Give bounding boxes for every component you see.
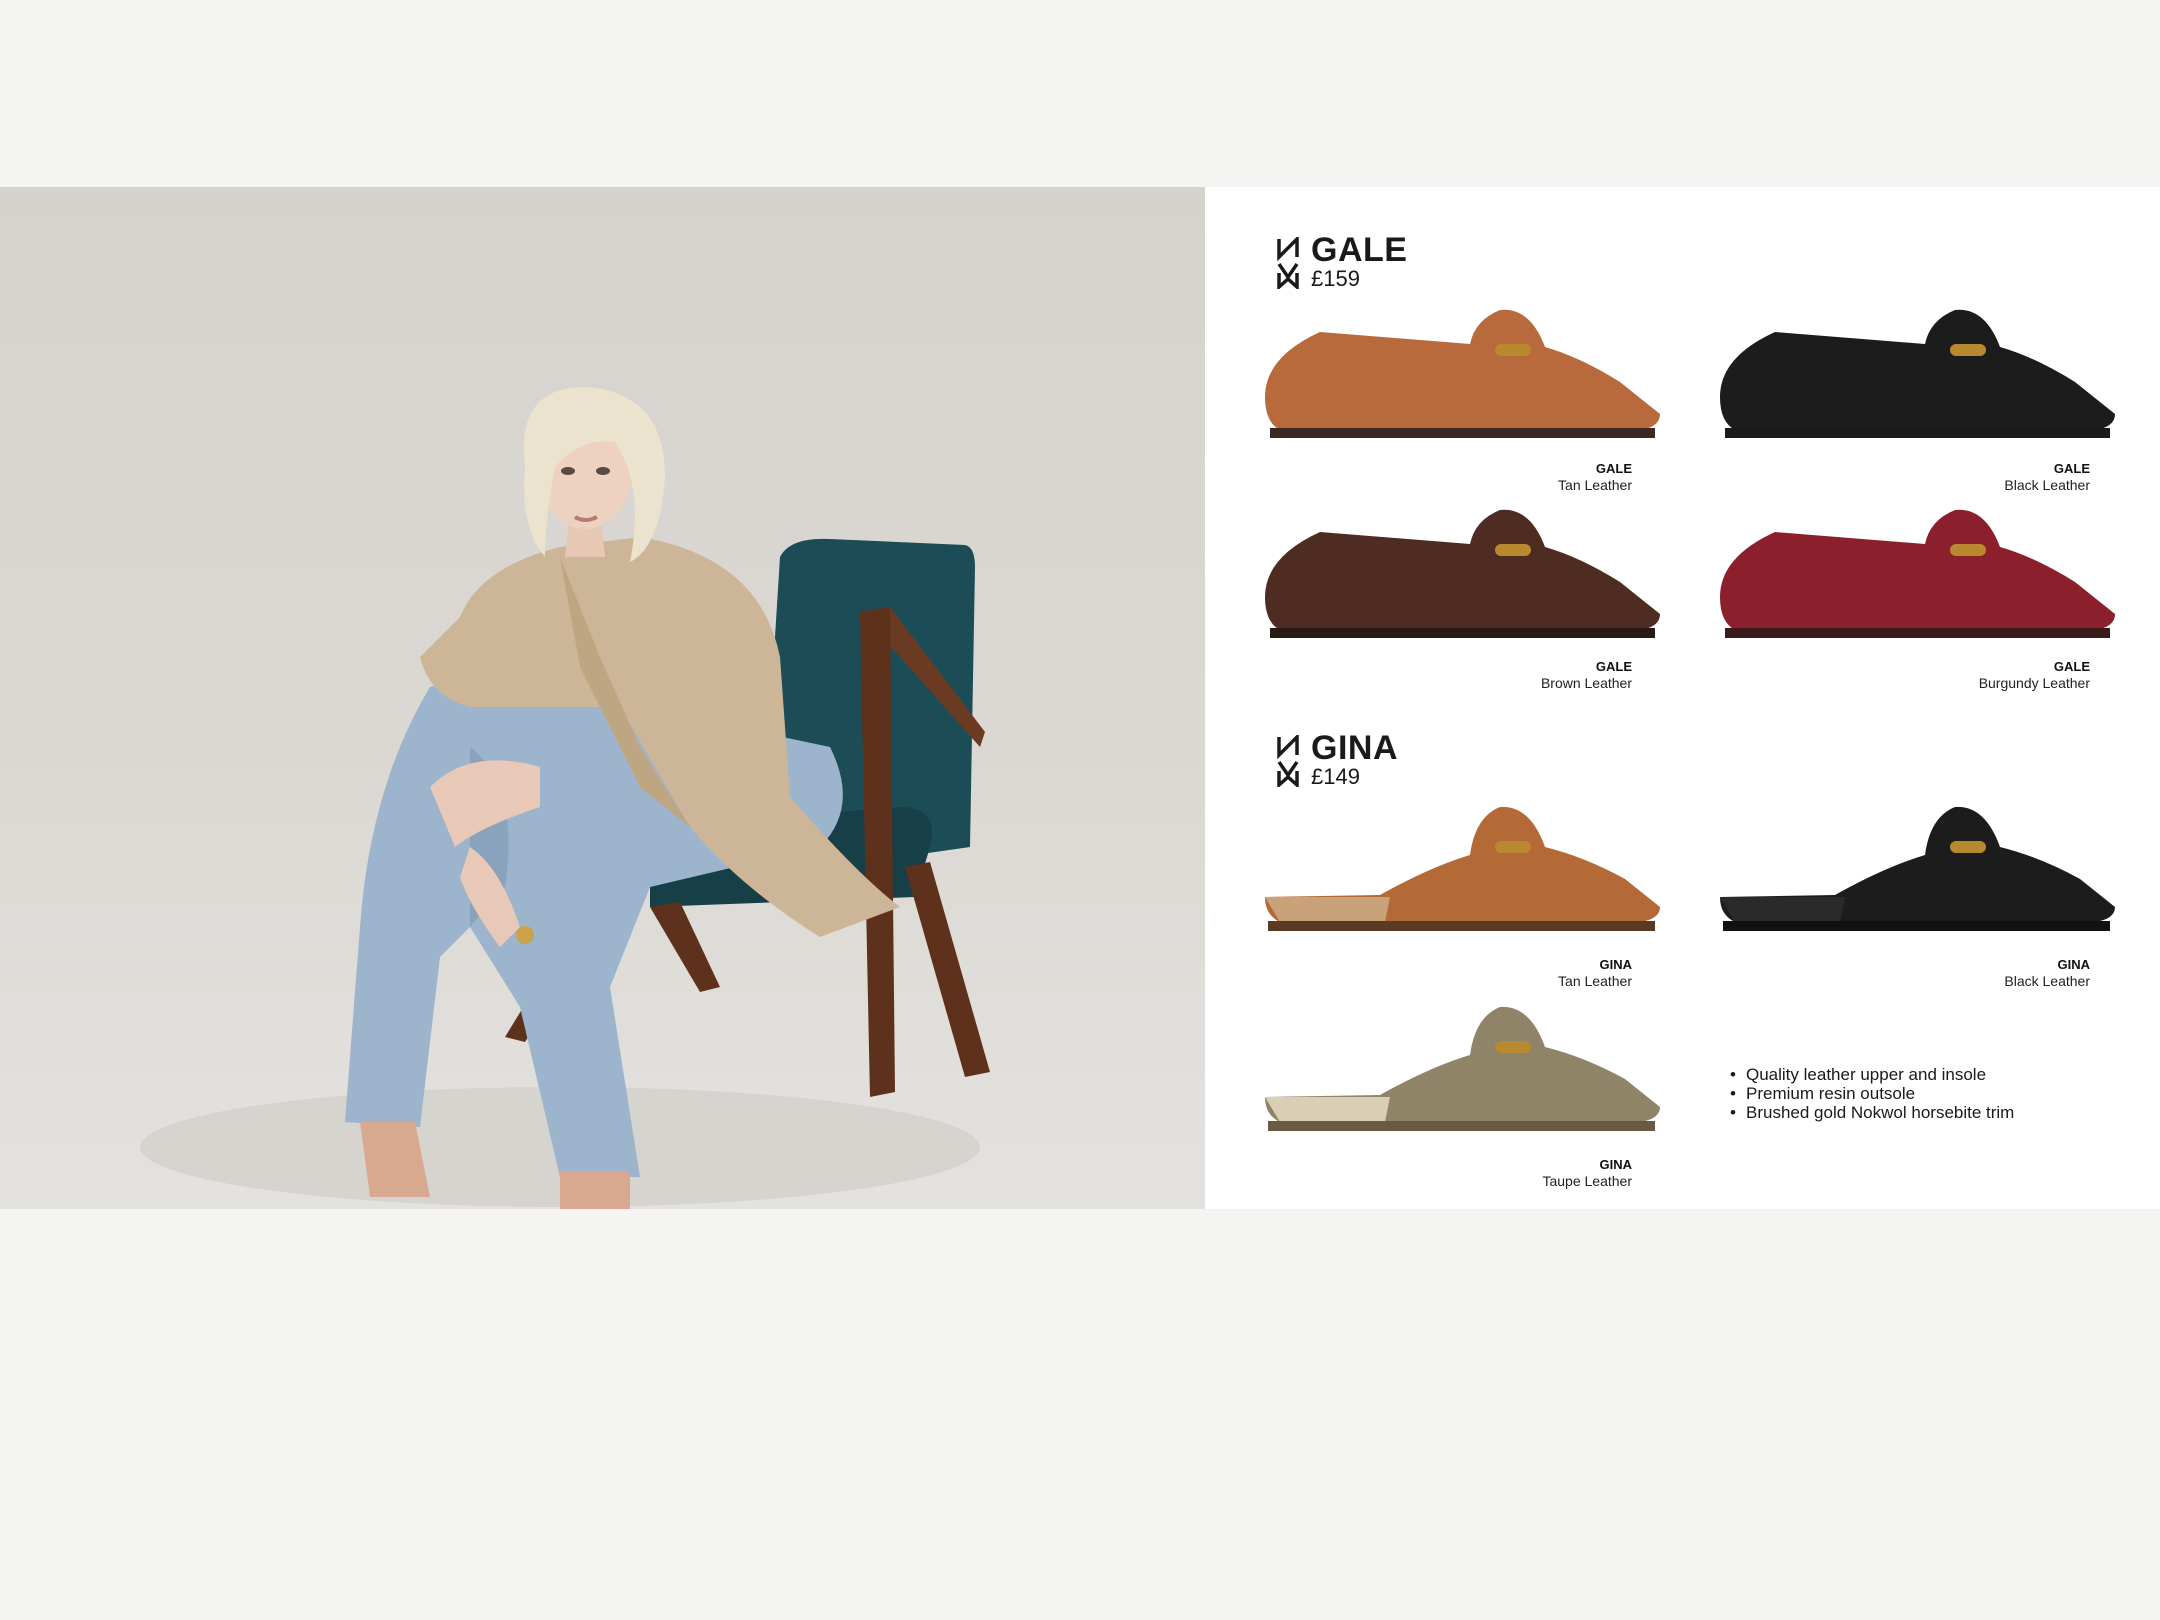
product-caption: GALE Brown Leather xyxy=(1392,659,1632,691)
caption-model: GINA xyxy=(1599,1157,1633,1172)
shoe-image-gina-taupe xyxy=(1265,1006,1660,1131)
product-caption: GALE Black Leather xyxy=(1850,461,2090,493)
feature-list: • Quality leather upper and insole • Premi… xyxy=(1730,1065,2014,1122)
shoe-image-gale-black xyxy=(1720,309,2115,438)
caption-model: GALE xyxy=(2053,461,2090,476)
caption-model: GALE xyxy=(2053,659,2090,674)
caption-model: GINA xyxy=(2057,957,2091,972)
product-caption: GINA Tan Leather xyxy=(1392,957,1632,989)
product-caption: GALE Burgundy Leather xyxy=(1850,659,2090,691)
lifestyle-photo xyxy=(0,187,1205,1209)
shoe-image-gina-black xyxy=(1720,806,2115,931)
caption-color: Taupe Leather xyxy=(1542,1173,1632,1189)
catalog-spread: GALE £159 GALE Tan Leather GALE Black Le… xyxy=(0,187,2160,1209)
product-caption: GALE Tan Leather xyxy=(1392,461,1632,493)
caption-color: Tan Leather xyxy=(1558,973,1632,989)
product-name: GALE xyxy=(1311,231,1408,269)
gale-header: GALE £159 xyxy=(1277,233,1407,291)
caption-color: Tan Leather xyxy=(1558,477,1632,493)
caption-color: Black Leather xyxy=(2004,973,2090,989)
product-caption: GINA Black Leather xyxy=(1850,957,2090,989)
caption-model: GALE xyxy=(1595,659,1632,674)
shoe-image-gale-tan xyxy=(1265,309,1660,438)
feature-item: • Premium resin outsole xyxy=(1730,1084,1916,1103)
brand-monogram-icon xyxy=(1277,237,1299,289)
shoe-image-gina-tan xyxy=(1265,806,1660,931)
product-name: GINA xyxy=(1311,729,1398,767)
shoe-image-gale-brown xyxy=(1265,509,1660,638)
feature-item: • Brushed gold Nokwol horsebite trim xyxy=(1730,1103,2015,1122)
product-caption: GINA Taupe Leather xyxy=(1392,1157,1632,1189)
caption-model: GALE xyxy=(1595,461,1632,476)
caption-color: Black Leather xyxy=(2004,477,2090,493)
feature-item: • Quality leather upper and insole xyxy=(1730,1065,1987,1084)
product-price: £149 xyxy=(1311,764,1360,789)
caption-color: Brown Leather xyxy=(1540,675,1632,691)
caption-color: Burgundy Leather xyxy=(1978,675,2090,691)
model-illustration xyxy=(140,387,990,1209)
shoe-image-gale-burgundy xyxy=(1720,509,2115,638)
product-catalog: GALE £159 GALE Tan Leather GALE Black Le… xyxy=(1205,187,2160,1209)
brand-monogram-icon xyxy=(1277,735,1299,787)
caption-model: GINA xyxy=(1599,957,1633,972)
product-price: £159 xyxy=(1311,266,1360,291)
gina-header: GINA £149 xyxy=(1277,731,1398,789)
